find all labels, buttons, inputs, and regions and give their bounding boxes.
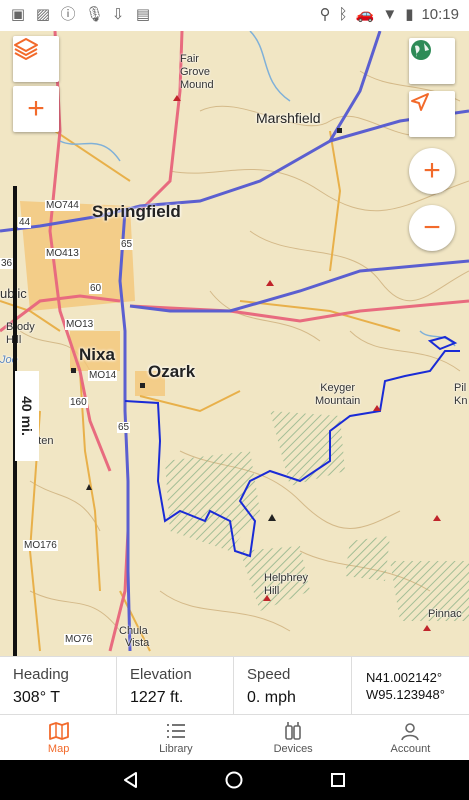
label-fair-grove: Fair Grove Mound	[180, 53, 214, 91]
layers-icon	[14, 38, 38, 60]
road-65b: 65	[117, 422, 131, 433]
label-helphrey-hill: Helphrey Hill	[264, 572, 309, 597]
battery-icon: ▮	[405, 6, 414, 23]
recents-icon[interactable]	[329, 771, 347, 789]
status-bar: ▣ ▨ ⓘ 🎙 ⇩ ▤ ⚲ ᛒ 🚗 ▼ ▮ 10:19	[0, 0, 469, 31]
add-waypoint-button[interactable]: +	[13, 86, 59, 132]
speed-label: Speed	[247, 666, 291, 683]
longitude-value: W95.123948°	[366, 687, 445, 702]
map-canvas	[0, 31, 469, 652]
tab-account[interactable]: Account	[352, 715, 469, 760]
location-icon: ⚲	[319, 6, 331, 23]
speed-cell[interactable]: Speed 0. mph	[234, 657, 352, 714]
zoom-in-button[interactable]: +	[409, 148, 455, 194]
zoom-out-button[interactable]: −	[409, 205, 455, 251]
list-icon	[166, 723, 185, 738]
topo-map[interactable]: Fair Grove Mound Marshfield Springfield …	[0, 31, 469, 656]
car-icon: 🚗	[355, 6, 375, 23]
home-icon[interactable]	[224, 770, 244, 790]
image-icon: ▣	[10, 6, 26, 23]
tab-account-label: Account	[390, 742, 431, 755]
microphone-icon: 🎙	[85, 6, 105, 23]
label-keyger-mountain: Keyger Mountain	[315, 382, 361, 407]
telemetry-bar: Heading 308° T Elevation 1227 ft. Speed …	[0, 656, 469, 714]
layers-button[interactable]	[13, 36, 59, 82]
zoom-in-icon: +	[423, 154, 441, 187]
road-mo176: MO176	[23, 540, 58, 551]
tab-library[interactable]: Library	[117, 715, 234, 760]
download-icon: ⇩	[111, 6, 125, 23]
bluetooth-icon: ᛒ	[338, 6, 348, 23]
elevation-label: Elevation	[130, 666, 192, 683]
road-mo76: MO76	[64, 634, 94, 645]
heading-value: 308° T	[13, 689, 61, 706]
scale-label: 40 mi.	[15, 371, 39, 461]
label-nixa: Nixa	[79, 345, 115, 364]
label-vista: Vista	[125, 637, 150, 649]
label-pil: Pil Kn	[454, 382, 468, 407]
account-icon	[401, 722, 420, 740]
road-mo14: MO14	[88, 370, 118, 381]
tab-devices-label: Devices	[273, 742, 313, 755]
label-ozark: Ozark	[148, 362, 196, 381]
back-icon[interactable]	[122, 771, 140, 789]
heading-label: Heading	[13, 666, 69, 683]
zoom-out-icon: −	[423, 211, 441, 244]
map-icon	[48, 721, 69, 740]
locate-arrow-icon	[411, 93, 429, 111]
coordinates-cell[interactable]: N41.002142° W95.123948°	[352, 657, 445, 714]
system-nav-bar	[0, 760, 469, 800]
latitude-value: N41.002142°	[366, 670, 443, 685]
label-springfield: Springfield	[92, 202, 181, 221]
devices-icon	[285, 721, 301, 740]
status-clock: 10:19	[421, 6, 459, 23]
road-60: 60	[89, 283, 103, 294]
road-44: 44	[18, 217, 32, 228]
road-mo13: MO13	[65, 319, 95, 330]
road-65a: 65	[120, 239, 134, 250]
heading-cell[interactable]: Heading 308° T	[0, 657, 117, 714]
tab-map[interactable]: Map	[0, 715, 117, 760]
tab-devices[interactable]: Devices	[235, 715, 352, 760]
tab-map-label: Map	[47, 742, 70, 755]
globe-button[interactable]	[409, 38, 455, 84]
tab-library-label: Library	[159, 742, 193, 755]
locate-button[interactable]	[409, 91, 455, 137]
road-36: 36	[0, 258, 14, 269]
label-brody-hill: Brody Hill	[6, 321, 35, 346]
elevation-cell[interactable]: Elevation 1227 ft.	[117, 657, 234, 714]
info-icon: ⓘ	[60, 6, 76, 23]
label-marshfield: Marshfield	[256, 110, 321, 126]
label-pinnacle: Pinnac	[428, 608, 462, 620]
speed-value: 0. mph	[247, 689, 296, 706]
road-160: 160	[69, 397, 88, 408]
add-waypoint-icon: +	[27, 92, 45, 125]
elevation-value: 1227 ft.	[130, 689, 184, 706]
road-mo744: MO744	[45, 200, 80, 211]
bottom-tab-bar: Map Library Devices Account	[0, 714, 469, 760]
wifi-icon: ▼	[382, 6, 398, 23]
road-mo413: MO413	[45, 248, 80, 259]
globe-icon	[411, 40, 431, 60]
photo-icon: ▨	[35, 6, 51, 23]
sd-card-icon: ▤	[135, 6, 151, 23]
